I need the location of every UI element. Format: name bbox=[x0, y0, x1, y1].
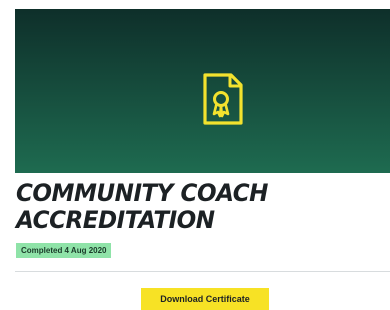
course-title-line-2: ACCREDITATION bbox=[16, 206, 215, 234]
divider bbox=[15, 271, 390, 272]
certificate-icon bbox=[203, 73, 243, 125]
completion-status-badge: Completed 4 Aug 2020 bbox=[16, 243, 111, 258]
course-title-line-1: COMMUNITY COACH bbox=[16, 179, 268, 207]
course-banner bbox=[15, 9, 390, 173]
course-title: COMMUNITY COACH ACCREDITATION bbox=[16, 180, 268, 234]
